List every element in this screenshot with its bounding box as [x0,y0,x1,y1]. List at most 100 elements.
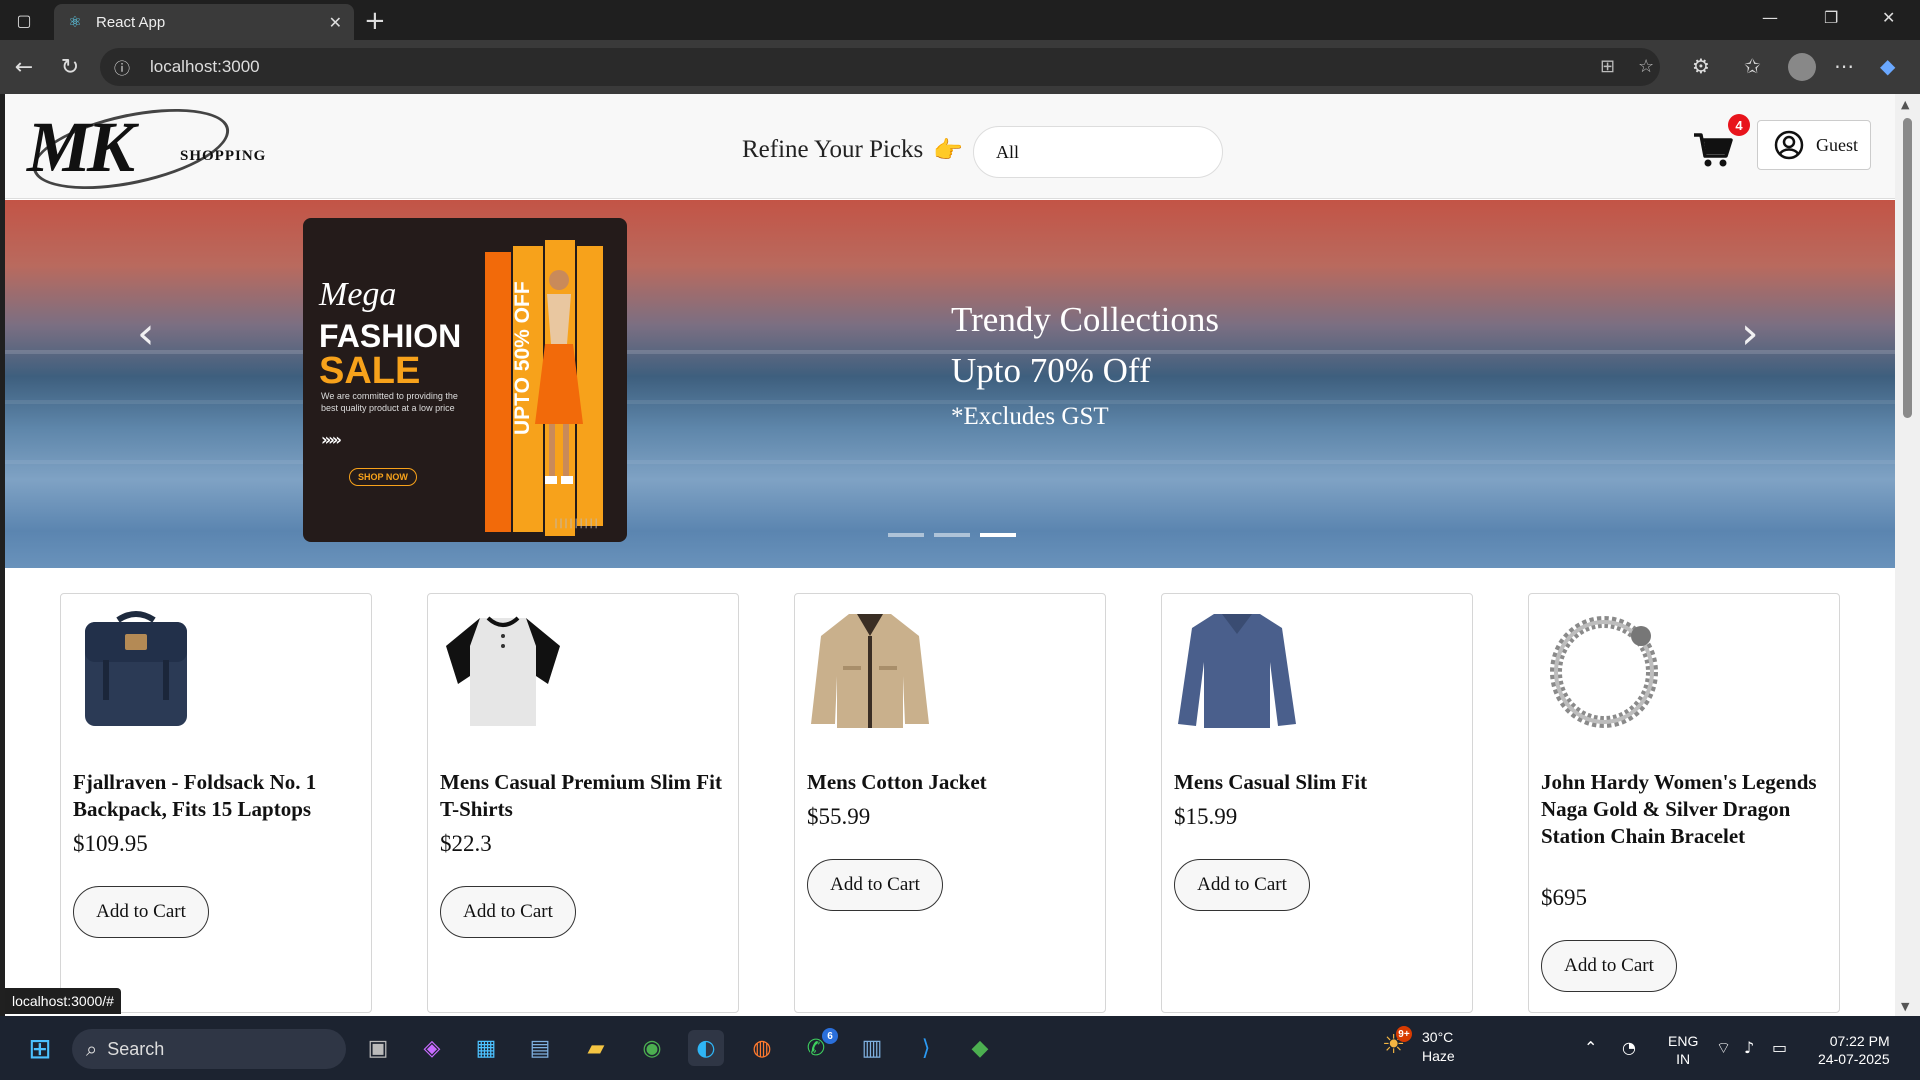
maximize-icon[interactable]: ❐ [1824,8,1838,27]
carousel-headline: Trendy Collections [951,300,1220,339]
product-name[interactable]: John Hardy Women's Legends Naga Gold & S… [1541,769,1831,850]
close-window-icon[interactable]: ✕ [1882,8,1895,27]
product-card: Mens Casual Premium Slim Fit T-Shirts $2… [427,593,739,1013]
tray-chevron-icon[interactable]: ⌃ [1584,1038,1597,1057]
clock-time: 07:22 PM [1829,1033,1890,1049]
more-menu-icon[interactable]: ⋯ [1834,54,1854,78]
user-circle-icon [1774,130,1804,160]
tray-app-icon[interactable]: ◔ [1622,1038,1636,1057]
category-filter-select[interactable]: All [973,126,1223,178]
add-to-cart-button[interactable]: Add to Cart [73,886,209,938]
product-name[interactable]: Fjallraven - Foldsack No. 1 Backpack, Fi… [73,769,363,823]
store-icon[interactable]: ▦ [468,1030,504,1066]
favorite-star-icon[interactable]: ☆ [1638,56,1654,77]
tshirt-icon [446,616,560,726]
volume-icon[interactable]: ♪ [1744,1038,1754,1057]
carousel-next-icon[interactable]: › [1741,308,1759,359]
calculator-icon[interactable]: ▤ [522,1030,558,1066]
back-icon[interactable]: ← [10,53,38,81]
minimize-icon[interactable]: — [1762,8,1778,27]
page-scrollbar[interactable]: ▲ ▼ [1895,94,1920,1016]
add-to-cart-button[interactable]: Add to Cart [807,859,943,911]
fashion-model-icon [535,270,583,484]
close-tab-icon[interactable]: ✕ [329,13,342,32]
carousel-indicators [888,533,1016,537]
add-to-cart-button[interactable]: Add to Cart [440,886,576,938]
notepad-icon[interactable]: ▥ [854,1030,890,1066]
whatsapp-badge: 6 [822,1028,838,1044]
jacket-icon [811,614,929,728]
copilot-icon[interactable]: ◆ [1880,54,1895,78]
browser-tab[interactable]: ⚛ React App ✕ [54,4,354,40]
logo-mark: MK [27,107,135,187]
cart-count-badge: 4 [1728,114,1750,136]
product-price: $695 [1541,885,1587,910]
app-available-icon[interactable]: ⊞ [1600,56,1615,77]
firefox-icon[interactable]: ◍ [744,1030,780,1066]
vscode-icon[interactable]: ⟩ [908,1030,944,1066]
react-favicon-icon: ⚛ [68,13,82,31]
search-label: Search [107,1038,165,1059]
cart-icon[interactable] [1693,132,1733,168]
language-indicator[interactable]: ENG IN [1668,1032,1698,1068]
task-view-icon[interactable]: ▣ [360,1030,396,1066]
carousel-dot[interactable] [888,533,924,537]
edge-icon[interactable]: ◐ [688,1030,724,1066]
address-input[interactable]: ⓘ localhost:3000 ⊞ ☆ [100,48,1660,86]
copilot-app-icon[interactable]: ◈ [414,1030,450,1066]
lang-line1: ENG [1668,1033,1699,1049]
chrome-icon[interactable]: ◉ [634,1030,670,1066]
product-card: John Hardy Women's Legends Naga Gold & S… [1528,593,1840,1013]
lang-line2: IN [1676,1051,1691,1067]
carousel-prev-icon[interactable]: ‹ [137,308,155,359]
weather-badge: 9+ [1396,1026,1412,1042]
product-card: Mens Cotton Jacket $55.99 Add to Cart [794,593,1106,1013]
sidebar-toggle-icon[interactable]: ▢ [12,9,36,31]
promo-barcode: ||||||||| [553,518,599,529]
pointing-hand-icon: 👉 [933,136,963,164]
carousel-dot[interactable] [934,533,970,537]
hero-carousel: ‹ › Mega FASHION SALE We are committed t… [5,200,1895,568]
file-explorer-icon[interactable]: ▰ [578,1030,614,1066]
link-status-url: localhost:3000/# [5,988,121,1014]
new-tab-button[interactable]: + [364,6,386,36]
user-account-button[interactable]: Guest [1757,120,1871,170]
add-to-cart-button[interactable]: Add to Cart [1541,940,1677,992]
weather-widget[interactable]: 30°C Haze [1422,1028,1455,1066]
windows-start-icon[interactable]: ⊞ [22,1030,58,1066]
product-price: $109.95 [73,831,148,856]
address-toolbar: ← ↻ ⓘ localhost:3000 ⊞ ☆ ⚙ ✩ ⋯ ◆ [0,40,1920,94]
extensions-icon[interactable]: ⚙ [1692,54,1710,78]
site-logo[interactable]: MK SHOPPING [25,94,287,205]
weather-desc: Haze [1422,1048,1455,1064]
promo-mega: Mega [319,276,397,313]
bracelet-icon [1550,616,1658,728]
scroll-down-icon[interactable]: ▼ [1901,1000,1909,1013]
site-header: MK SHOPPING Refine Your Picks 👉 All 4 Gu… [5,94,1895,205]
carousel-dot-active[interactable] [980,533,1016,537]
product-price: $15.99 [1174,804,1238,829]
favorites-icon[interactable]: ✩ [1744,54,1761,78]
taskbar-clock[interactable]: 07:22 PM 24-07-2025 [1818,1032,1890,1068]
scroll-up-icon[interactable]: ▲ [1901,98,1909,111]
sky-streak [5,400,1895,404]
site-info-icon[interactable]: ⓘ [114,55,134,79]
search-icon: ⌕ [86,1037,98,1061]
add-to-cart-button[interactable]: Add to Cart [1174,859,1310,911]
weather-temp: 30°C [1422,1029,1454,1045]
scrollbar-thumb[interactable] [1903,118,1912,418]
reload-icon[interactable]: ↻ [56,53,84,81]
profile-avatar-icon[interactable] [1788,53,1816,81]
taskbar-search-input[interactable]: ⌕ Search [72,1029,346,1069]
clock-date: 24-07-2025 [1818,1051,1890,1067]
product-name[interactable]: Mens Casual Slim Fit [1174,769,1464,796]
battery-icon[interactable]: ▭ [1772,1038,1787,1057]
wifi-icon[interactable]: ⌔ [1716,1038,1731,1058]
promo-shop-now: SHOP NOW [349,468,417,486]
tab-title: React App [96,13,166,31]
logo-subtext: SHOPPING [180,148,267,164]
product-name[interactable]: Mens Cotton Jacket [807,769,1097,796]
mongodb-icon[interactable]: ◆ [962,1030,998,1066]
promo-sale: SALE [319,350,421,392]
product-name[interactable]: Mens Casual Premium Slim Fit T-Shirts [440,769,730,823]
